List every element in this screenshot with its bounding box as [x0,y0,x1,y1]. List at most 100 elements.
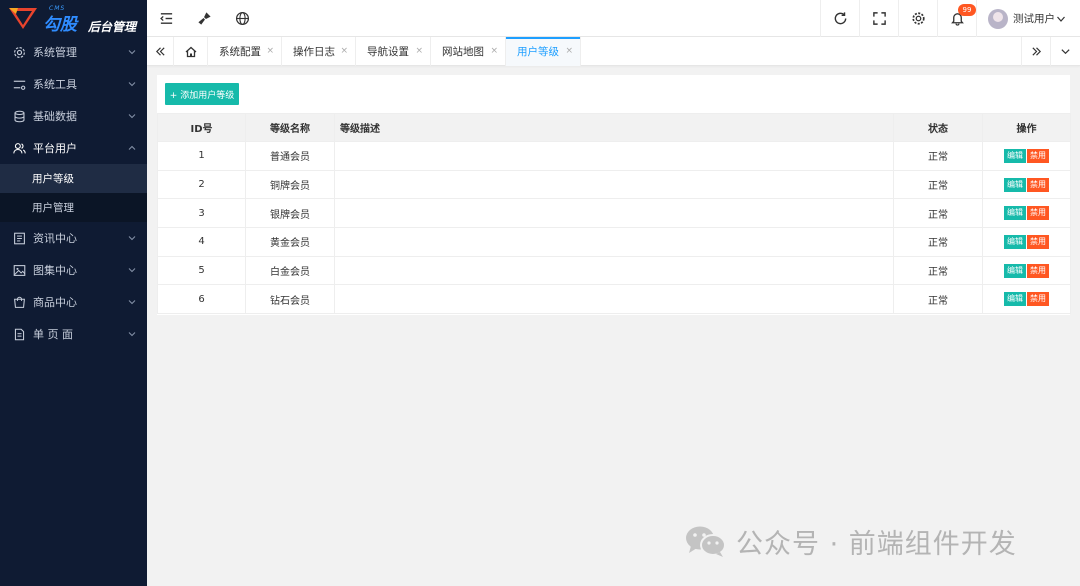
notifications-button[interactable]: 99 [938,0,976,37]
sidebar-item-user-level[interactable]: 用户等级 [0,164,147,193]
tab-operation-log[interactable]: 操作日志 × [282,37,356,66]
user-name: 测试用户 [1013,13,1055,25]
tab-scroll-right-button[interactable] [1021,37,1051,66]
cell-id: 6 [157,284,246,315]
column-header-id[interactable]: ID号 [157,113,246,142]
cell-actions: 编辑 禁用 [982,284,1071,315]
cell-status: 正常 [893,255,983,286]
sidebar-item-single-page[interactable]: 单 页 面 [0,318,147,350]
globe-icon [235,11,249,26]
tab-dropdown-button[interactable] [1051,37,1080,66]
refresh-button[interactable] [821,0,859,37]
table-row: 4 黄金会员 正常 编辑 禁用 [157,227,1071,257]
chevron-down-icon [1061,49,1070,55]
cell-status: 正常 [893,141,983,171]
sidebar-item-label: 系统工具 [33,78,77,91]
brand-logo[interactable]: CMS 勾股 后台管理 [0,0,147,36]
add-user-level-button[interactable]: + 添加用户等级 [165,83,239,105]
disable-button[interactable]: 禁用 [1027,206,1049,221]
user-menu[interactable]: 测试用户 [988,0,1066,37]
sidebar-item-user-management[interactable]: 用户管理 [0,193,147,222]
disable-button[interactable]: 禁用 [1027,292,1049,307]
edit-button[interactable]: 编辑 [1004,206,1026,221]
disable-button[interactable]: 禁用 [1027,177,1049,192]
double-chevron-right-icon [1031,47,1041,56]
brush-icon [197,12,211,25]
sidebar-item-label: 资讯中心 [33,232,77,245]
divider [976,0,977,37]
edit-button[interactable]: 编辑 [1004,148,1026,163]
close-icon[interactable]: × [415,46,423,56]
tab-scroll-left-button[interactable] [147,37,174,66]
page-icon [12,327,26,341]
sidebar-item-news-center[interactable]: 资讯中心 [0,222,147,254]
tab-nav-settings[interactable]: 导航设置 × [356,37,431,66]
fullscreen-button[interactable] [860,0,898,37]
column-header-name[interactable]: 等级名称 [245,113,335,142]
disable-button[interactable]: 禁用 [1027,263,1049,278]
main-content: + 添加用户等级 ID号 等级名称 等级描述 状态 操作 1 普通会员 正常 编… [157,75,1071,315]
sidebar-item-gallery-center[interactable]: 图集中心 [0,254,147,286]
sidebar-item-label: 商品中心 [33,296,77,309]
tab-bar: 系统配置 × 操作日志 × 导航设置 × 网站地图 × 用户等级 × [147,37,1080,66]
tab-sitemap[interactable]: 网站地图 × [431,37,506,66]
cell-status: 正常 [893,284,983,315]
cell-description [334,141,894,171]
column-header-actions: 操作 [982,113,1071,142]
sidebar: CMS 勾股 后台管理 系统管理 系统工具 基础数据 平台用户 用户等级 用户管… [0,0,147,586]
chevron-down-icon [128,236,136,241]
edit-button[interactable]: 编辑 [1004,234,1026,249]
chevron-down-icon [1057,16,1065,22]
cell-description [334,227,894,257]
gear-icon [911,12,925,25]
tab-label: 用户等级 [517,46,559,58]
column-header-description[interactable]: 等级描述 [334,113,894,142]
edit-button[interactable]: 编辑 [1004,263,1026,278]
cell-id: 4 [157,227,246,257]
close-icon[interactable]: × [340,46,348,56]
close-icon[interactable]: × [490,46,498,56]
refresh-icon [834,12,846,25]
indent-icon [159,13,172,24]
settings-icon [12,45,26,59]
avatar [988,8,1008,29]
cell-status: 正常 [893,227,983,257]
clear-cache-button[interactable] [185,0,223,37]
cell-status: 正常 [893,198,983,229]
menu-toggle-button[interactable] [147,0,185,37]
user-level-table: ID号 等级名称 等级描述 状态 操作 1 普通会员 正常 编辑 禁用 2 铜牌会… [157,113,1071,315]
chevron-down-icon [128,300,136,305]
close-icon[interactable]: × [266,46,274,56]
table-row: 5 白金会员 正常 编辑 禁用 [157,255,1071,286]
tab-home[interactable] [174,37,208,66]
disable-button[interactable]: 禁用 [1027,148,1049,163]
chevron-down-icon [128,332,136,337]
column-header-status[interactable]: 状态 [893,113,983,142]
cell-name: 白金会员 [245,255,335,286]
disable-button[interactable]: 禁用 [1027,234,1049,249]
sidebar-item-product-center[interactable]: 商品中心 [0,286,147,318]
sidebar-item-platform-users[interactable]: 平台用户 [0,132,147,164]
sidebar-item-system-management[interactable]: 系统管理 [0,36,147,68]
close-icon[interactable]: × [565,46,573,56]
shop-icon [12,295,26,309]
cell-actions: 编辑 禁用 [982,255,1071,286]
watermark-text: 公众号 · 前端组件开发 [736,528,1017,560]
edit-button[interactable]: 编辑 [1004,177,1026,192]
sidebar-item-system-tools[interactable]: 系统工具 [0,68,147,100]
tab-user-level[interactable]: 用户等级 × [506,37,581,66]
logo-icon [8,6,38,30]
table-header-row: ID号 等级名称 等级描述 状态 操作 [157,113,1071,142]
edit-button[interactable]: 编辑 [1004,292,1026,307]
settings-button[interactable] [899,0,937,37]
sidebar-item-label: 图集中心 [33,264,77,277]
sidebar-item-base-data[interactable]: 基础数据 [0,100,147,132]
tab-label: 系统配置 [219,46,261,58]
cell-description [334,198,894,229]
website-button[interactable] [223,0,261,37]
fullscreen-icon [872,12,886,25]
top-bar: 99 测试用户 [147,0,1080,37]
tab-system-config[interactable]: 系统配置 × [208,37,282,66]
sidebar-item-label: 单 页 面 [33,328,73,341]
news-icon [12,231,26,245]
